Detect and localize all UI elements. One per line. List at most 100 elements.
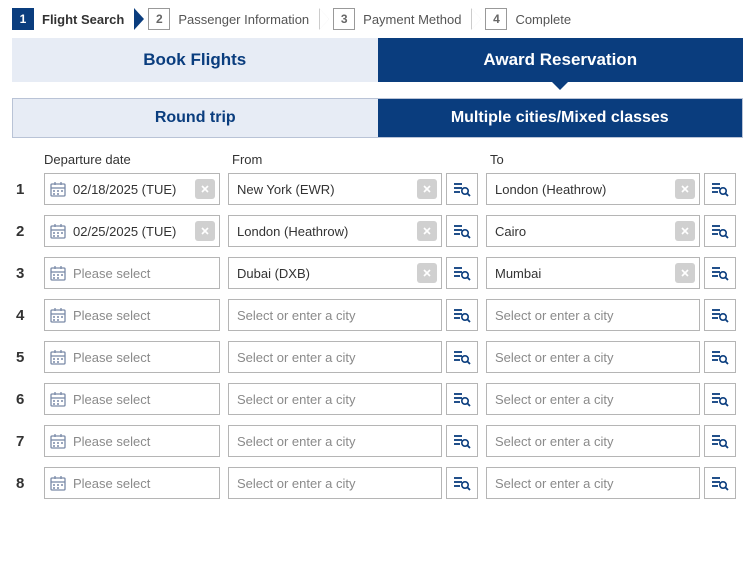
from-city-lookup-button[interactable] <box>446 383 478 415</box>
to-input-wrap[interactable] <box>486 215 700 247</box>
calendar-icon <box>45 474 71 492</box>
from-city-input[interactable] <box>229 342 441 372</box>
date-input-wrap[interactable] <box>44 215 220 247</box>
flight-form: Departure date From To 12345678 <box>0 138 755 519</box>
from-city-input[interactable] <box>229 300 441 330</box>
row-index: 7 <box>12 433 44 450</box>
clear-to-button[interactable] <box>675 179 695 199</box>
departure-date-input[interactable] <box>71 258 219 288</box>
from-city-input[interactable] <box>229 384 441 414</box>
from-input-wrap[interactable] <box>228 425 442 457</box>
to-city-input[interactable] <box>487 426 699 456</box>
tab-award-reservation[interactable]: Award Reservation <box>378 38 744 82</box>
to-city-input[interactable] <box>487 216 675 246</box>
clear-from-button[interactable] <box>417 221 437 241</box>
from-input-wrap[interactable] <box>228 257 442 289</box>
from-city-input[interactable] <box>229 174 417 204</box>
to-city-lookup-button[interactable] <box>704 467 736 499</box>
date-input-wrap[interactable] <box>44 299 220 331</box>
list-search-icon <box>710 348 730 366</box>
from-city-lookup-button[interactable] <box>446 215 478 247</box>
header-from: From <box>228 152 478 167</box>
from-city-lookup-button[interactable] <box>446 467 478 499</box>
row-index: 3 <box>12 265 44 282</box>
clear-date-button[interactable] <box>195 179 215 199</box>
list-search-icon <box>452 222 472 240</box>
to-city-lookup-button[interactable] <box>704 299 736 331</box>
from-input-wrap[interactable] <box>228 215 442 247</box>
from-city-lookup-button[interactable] <box>446 257 478 289</box>
to-city-lookup-button[interactable] <box>704 425 736 457</box>
to-city-lookup-button[interactable] <box>704 257 736 289</box>
flight-row: 2 <box>12 215 743 247</box>
from-city-input[interactable] <box>229 216 417 246</box>
to-input-wrap[interactable] <box>486 299 700 331</box>
to-input-wrap[interactable] <box>486 341 700 373</box>
tab-multi-city[interactable]: Multiple cities/Mixed classes <box>378 99 743 137</box>
to-city-lookup-button[interactable] <box>704 215 736 247</box>
to-city-input[interactable] <box>487 468 699 498</box>
date-input-wrap[interactable] <box>44 341 220 373</box>
calendar-icon <box>45 390 71 408</box>
from-city-lookup-button[interactable] <box>446 425 478 457</box>
row-index: 2 <box>12 223 44 240</box>
departure-date-input[interactable] <box>71 468 219 498</box>
clear-date-button[interactable] <box>195 221 215 241</box>
date-input-wrap[interactable] <box>44 425 220 457</box>
from-input-wrap[interactable] <box>228 467 442 499</box>
from-city-lookup-button[interactable] <box>446 341 478 373</box>
to-input-wrap[interactable] <box>486 383 700 415</box>
date-input-wrap[interactable] <box>44 467 220 499</box>
date-input-wrap[interactable] <box>44 173 220 205</box>
from-city-lookup-button[interactable] <box>446 299 478 331</box>
clear-to-button[interactable] <box>675 221 695 241</box>
to-input-wrap[interactable] <box>486 425 700 457</box>
departure-date-input[interactable] <box>71 426 219 456</box>
date-input-wrap[interactable] <box>44 383 220 415</box>
to-city-lookup-button[interactable] <box>704 173 736 205</box>
clear-from-button[interactable] <box>417 179 437 199</box>
to-city-input[interactable] <box>487 384 699 414</box>
to-city-input[interactable] <box>487 300 699 330</box>
list-search-icon <box>452 474 472 492</box>
header-to: To <box>486 152 736 167</box>
to-city-lookup-button[interactable] <box>704 383 736 415</box>
from-input-wrap[interactable] <box>228 341 442 373</box>
to-input-wrap[interactable] <box>486 467 700 499</box>
departure-date-input[interactable] <box>71 174 195 204</box>
to-city-input[interactable] <box>487 342 699 372</box>
list-search-icon <box>452 306 472 324</box>
departure-date-input[interactable] <box>71 384 219 414</box>
clear-from-button[interactable] <box>417 263 437 283</box>
departure-date-input[interactable] <box>71 216 195 246</box>
date-input-wrap[interactable] <box>44 257 220 289</box>
to-input-wrap[interactable] <box>486 173 700 205</box>
row-index: 8 <box>12 475 44 492</box>
flight-row: 4 <box>12 299 743 331</box>
to-city-input[interactable] <box>487 258 675 288</box>
list-search-icon <box>710 222 730 240</box>
calendar-icon <box>45 264 71 282</box>
flight-row: 5 <box>12 341 743 373</box>
calendar-icon <box>45 348 71 366</box>
from-city-input[interactable] <box>229 426 441 456</box>
from-city-input[interactable] <box>229 468 441 498</box>
from-input-wrap[interactable] <box>228 299 442 331</box>
to-city-input[interactable] <box>487 174 675 204</box>
list-search-icon <box>710 306 730 324</box>
departure-date-input[interactable] <box>71 300 219 330</box>
from-input-wrap[interactable] <box>228 173 442 205</box>
clear-to-button[interactable] <box>675 263 695 283</box>
tab-round-trip[interactable]: Round trip <box>13 99 378 137</box>
step-complete: 4 Complete <box>485 8 591 30</box>
to-city-lookup-button[interactable] <box>704 341 736 373</box>
from-city-lookup-button[interactable] <box>446 173 478 205</box>
column-headers: Departure date From To <box>12 152 743 167</box>
list-search-icon <box>710 432 730 450</box>
step-label: Payment Method <box>363 12 461 27</box>
departure-date-input[interactable] <box>71 342 219 372</box>
from-input-wrap[interactable] <box>228 383 442 415</box>
to-input-wrap[interactable] <box>486 257 700 289</box>
from-city-input[interactable] <box>229 258 417 288</box>
tab-book-flights[interactable]: Book Flights <box>12 38 378 82</box>
